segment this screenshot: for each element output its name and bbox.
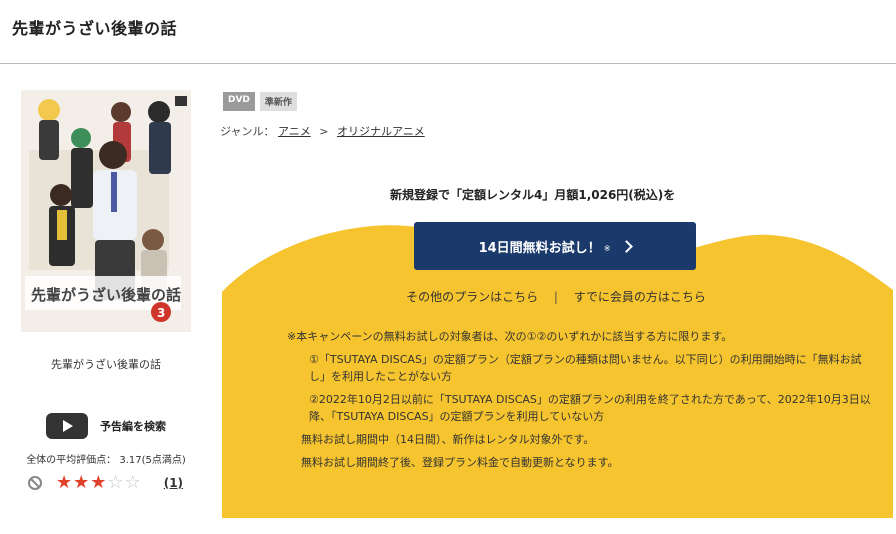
product-name: 先輩がうざい後輩の話 (51, 358, 161, 371)
star-empty-icon: ☆ (124, 472, 141, 493)
not-interested-icon[interactable] (28, 476, 42, 490)
cover-volume-number: 3 (157, 306, 165, 320)
genre-label: ジャンル： (220, 125, 275, 138)
genre-breadcrumb: ジャンル： アニメ > オリジナルアニメ (220, 123, 425, 139)
semi-new-badge: 準新作 (259, 92, 297, 111)
plan-links: その他のプランはこちら | すでに会員の方はこちら (220, 288, 892, 305)
free-trial-button[interactable]: 14日間無料お試し！ ※ (414, 222, 696, 270)
genre-link-anime[interactable]: アニメ (278, 125, 311, 138)
trial-period-note: 無料お試し期間中（14日間）、新作はレンタル対象外です。 (301, 433, 595, 446)
chevron-right-icon (620, 239, 634, 253)
trailer-search-label: 予告編を検索 (100, 420, 166, 433)
review-count-link[interactable]: (1) (164, 476, 183, 490)
title-divider (0, 63, 896, 64)
star-filled-icon: ★ (90, 472, 107, 493)
dvd-badge: DVD (223, 92, 255, 111)
cover-logo-text: 先輩がうざい後輩の話 (31, 286, 181, 304)
format-badges: DVD 準新作 (223, 92, 302, 111)
cover-image[interactable]: 先輩がうざい後輩の話 3 (21, 90, 191, 332)
genre-link-original-anime[interactable]: オリジナルアニメ (337, 125, 425, 138)
promo-heading: 新規登録で「定額レンタル4」月額1,026円(税込)を (390, 188, 676, 202)
eligibility-condition-2: ②2022年10月2日以前に「TSUTAYA DISCAS」の定額プランの利用を… (309, 393, 871, 423)
star-filled-icon: ★ (56, 472, 73, 493)
free-trial-note-mark: ※ (603, 244, 611, 253)
eligibility-condition-1: ①「TSUTAYA DISCAS」の定額プラン（定額プランの種類は問いません。以… (309, 353, 862, 383)
campaign-eligibility-note: ※本キャンペーンの無料お試しの対象者は、次の①②のいずれかに該当する方に限ります… (287, 330, 733, 343)
average-rating-text: 全体の平均評価点： 3.17(5点満点) (26, 455, 186, 466)
campaign-notes: ※本キャンペーンの無料お試しの対象者は、次の①②のいずれかに該当する方に限ります… (287, 328, 877, 477)
play-video-icon (46, 413, 88, 439)
member-login-link[interactable]: すでに会員の方はこちら (574, 290, 706, 304)
genre-separator: > (319, 125, 329, 138)
star-filled-icon: ★ (73, 472, 90, 493)
other-plans-link[interactable]: その他のプランはこちら (406, 290, 538, 304)
trailer-search-button[interactable]: 予告編を検索 (46, 413, 166, 439)
free-trial-label: 14日間無料お試し！ (478, 240, 601, 256)
page-title: 先輩がうざい後輩の話 (12, 19, 178, 38)
star-rating: ★ ★ ★ ☆ ☆ (56, 474, 142, 492)
star-empty-icon: ☆ (107, 472, 124, 493)
links-divider: | (553, 290, 558, 304)
cover-artwork: 先輩がうざい後輩の話 3 (21, 90, 191, 332)
rating-row: ★ ★ ★ ☆ ☆ (1) (28, 474, 183, 492)
auto-renew-note: 無料お試し期間終了後、登録プラン料金で自動更新となります。 (301, 456, 619, 469)
